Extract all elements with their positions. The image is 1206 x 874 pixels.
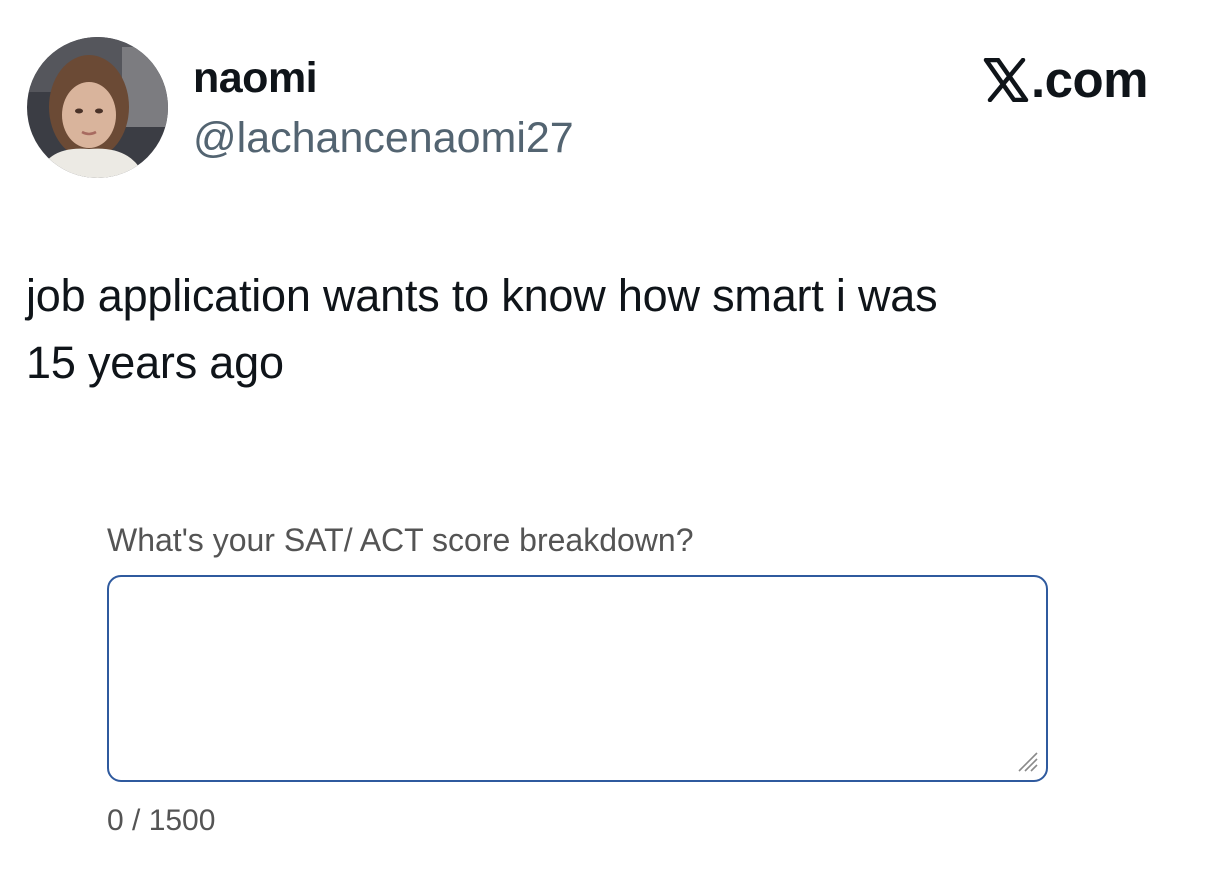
tweet-text-line: 15 years ago [26,337,284,388]
brand-domain: .com [1030,51,1149,108]
x-logo-icon [983,58,1029,102]
author-avatar[interactable] [27,37,168,178]
brand-watermark: .com [983,51,1149,108]
author-display-name[interactable]: naomi [193,52,318,104]
avatar-image [27,37,168,178]
question-label: What's your SAT/ ACT score breakdown? [107,522,694,558]
tweet-text-line: job application wants to know how smart … [26,270,938,321]
resize-handle-icon[interactable] [1010,744,1040,774]
character-counter: 0 / 1500 [107,804,216,837]
tweet-body: job application wants to know how smart … [26,262,1176,396]
answer-textarea[interactable] [115,583,1044,778]
answer-field[interactable] [107,575,1048,782]
author-handle[interactable]: @lachancenaomi27 [193,112,574,164]
